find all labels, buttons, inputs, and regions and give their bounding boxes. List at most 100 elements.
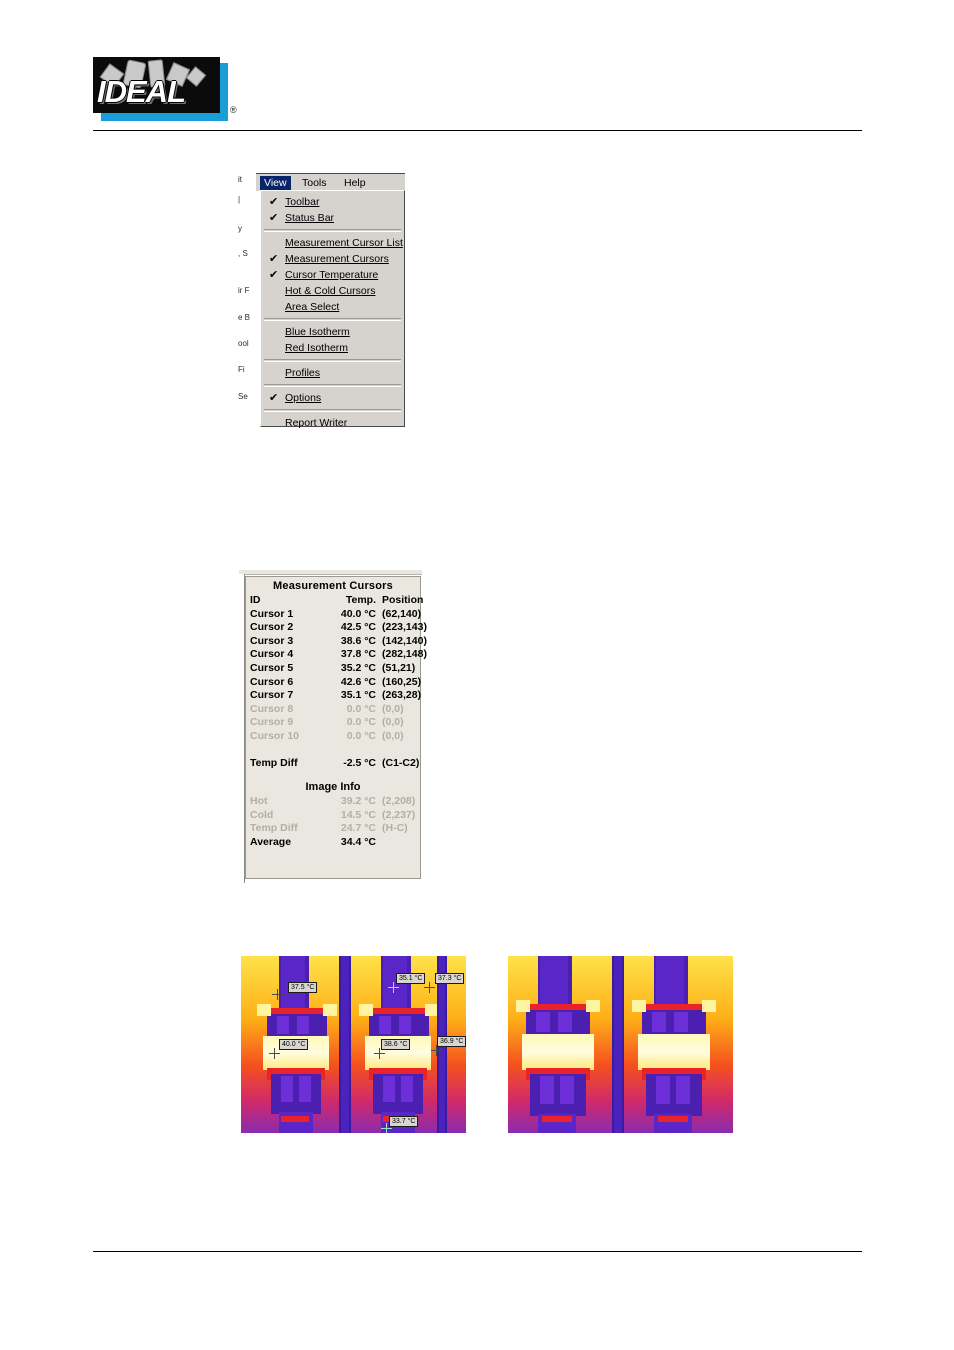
menu-item-report-writer[interactable]: Report Writer: [261, 415, 404, 431]
menu-item-blue-isotherm[interactable]: Blue Isotherm: [261, 324, 404, 340]
table-row[interactable]: Cursor 3 38.6 °C (142,140): [246, 635, 427, 649]
cursor-position: (0,0): [382, 729, 404, 742]
header-divider: [93, 130, 862, 131]
menu-item-measurement-cursor-list[interactable]: Measurement Cursor List: [261, 235, 404, 251]
table-row[interactable]: Cursor 2 42.5 °C (223,143): [246, 621, 427, 635]
cursor-crosshair-icon: [424, 982, 435, 993]
menu-item-label: Status Bar: [285, 212, 335, 224]
checkmark-icon: ✔: [269, 212, 279, 224]
temp-diff-label: Temp Diff: [250, 756, 298, 769]
bg-fragment: Fi: [238, 365, 245, 374]
table-row[interactable]: Cursor 10 0.0 °C (0,0): [246, 730, 420, 744]
menu-item-status-bar[interactable]: ✔ Status Bar: [261, 210, 404, 226]
thermal-image-left[interactable]: 37.5 °C 35.1 °C 37.3 °C 40.0 °C 38.6 °C …: [241, 956, 466, 1133]
image-info-temp: 39.2 °C: [340, 795, 376, 808]
measurement-cursors-screenshot: Measurement Cursors ID Temp. Position Cu…: [239, 570, 427, 883]
menubar-item-tools[interactable]: Tools: [298, 176, 331, 190]
menu-item-profiles[interactable]: Profiles: [261, 365, 404, 381]
column-header-temp: Temp.: [345, 594, 376, 606]
menubar-item-help[interactable]: Help: [340, 176, 370, 190]
menu-item-label: Profiles: [285, 367, 321, 379]
menu-bar: View Tools Help: [256, 173, 405, 191]
cursor-crosshair-icon: [374, 1048, 385, 1059]
image-info-row: Average 34.4 °C: [246, 836, 420, 850]
image-info-position: (2,208): [382, 795, 416, 808]
bg-fragment: |: [238, 195, 241, 204]
logo-wordmark: IDEAL: [97, 74, 186, 109]
cursor-position: (223,143): [382, 621, 427, 634]
menubar-item-view[interactable]: View: [260, 176, 291, 190]
cursor-crosshair-icon: [272, 989, 283, 1000]
image-info-temp: 14.5 °C: [340, 808, 376, 821]
temp-diff-formula: (C1-C2): [382, 756, 420, 769]
image-info-position: (H-C): [382, 822, 408, 835]
thermal-image-right[interactable]: [508, 956, 733, 1133]
menu-item-label: Measurement Cursor List: [285, 237, 403, 249]
table-row[interactable]: Cursor 7 35.1 °C (263,28): [246, 689, 421, 703]
cursor-id: Cursor 7: [250, 689, 294, 702]
image-info-label: Hot: [250, 795, 268, 808]
menu-separator: [264, 359, 401, 362]
cursor-id: Cursor 5: [250, 661, 294, 674]
menu-item-label: Area Select: [285, 301, 340, 313]
checkmark-icon: ✔: [269, 269, 279, 281]
image-info-label: Cold: [250, 808, 274, 821]
panel-title: Measurement Cursors: [273, 580, 393, 592]
menu-item-label: Options: [285, 392, 322, 404]
menu-item-cursor-temperature[interactable]: ✔ Cursor Temperature: [261, 267, 404, 283]
cursor-temp-label: 37.3 °C: [435, 973, 465, 984]
checkmark-icon: ✔: [269, 196, 279, 208]
table-row[interactable]: Cursor 1 40.0 °C (62,140): [246, 607, 421, 622]
menu-item-area-select[interactable]: Area Select: [261, 299, 404, 315]
cursor-temp: 42.6 °C: [340, 675, 376, 688]
cursor-position: (160,25): [382, 675, 422, 688]
image-info-label: Average: [250, 835, 292, 848]
bg-fragment: , S: [238, 249, 248, 258]
menu-item-label: Measurement Cursors: [285, 253, 389, 265]
menu-item-label: Red Isotherm: [285, 342, 349, 354]
image-info-temp: 34.4 °C: [340, 835, 376, 848]
measurement-cursors-panel: Measurement Cursors ID Temp. Position Cu…: [245, 576, 427, 879]
menu-item-options[interactable]: ✔ Options: [261, 390, 404, 406]
table-row[interactable]: Cursor 5 35.2 °C (51,21): [246, 662, 420, 676]
image-info-label: Temp Diff: [250, 822, 298, 835]
cursor-position: (0,0): [382, 702, 404, 715]
cursor-crosshair-icon: [269, 1048, 280, 1059]
view-dropdown-menu: ✔ Toolbar ✔ Status Bar Measurement Curso…: [260, 190, 405, 429]
bg-fragment: Se: [238, 392, 248, 401]
registered-mark: ®: [230, 105, 237, 115]
table-row[interactable]: Cursor 4 37.8 °C (282,148): [246, 648, 427, 662]
cursor-temp-label: 33.7 °C: [389, 1116, 419, 1127]
menu-item-hot-and-cold-cursors[interactable]: Hot & Cold Cursors: [261, 283, 404, 299]
panel-top-edge: [239, 570, 422, 575]
menu-item-label: Hot & Cold Cursors: [285, 285, 376, 297]
table-row[interactable]: Cursor 8 0.0 °C (0,0): [246, 703, 420, 717]
table-header-row: ID Temp. Position: [246, 594, 423, 608]
cursor-temp: 40.0 °C: [340, 607, 376, 620]
cursor-position: (0,0): [382, 716, 404, 729]
cursor-temp-label: 38.6 °C: [381, 1039, 411, 1050]
cursor-temp: 35.2 °C: [340, 661, 376, 674]
menu-item-label: Cursor Temperature: [285, 269, 379, 281]
table-row[interactable]: Cursor 9 0.0 °C (0,0): [246, 716, 420, 730]
menu-item-red-isotherm[interactable]: Red Isotherm: [261, 340, 404, 356]
column-header-id: ID: [250, 594, 261, 606]
cursor-crosshair-icon: [381, 1123, 392, 1133]
image-info-row: Hot 39.2 °C (2,208): [246, 795, 420, 809]
logo-black-block: IDEAL: [93, 57, 220, 113]
cursor-id: Cursor 4: [250, 648, 294, 661]
menu-item-measurement-cursors[interactable]: ✔ Measurement Cursors: [261, 251, 404, 267]
background-text-fragments: it | y , S ir F e B ool Fi Se: [238, 173, 256, 427]
temp-diff-row: Temp Diff -2.5 °C (C1-C2): [246, 757, 420, 771]
cursor-temp-label: 35.1 °C: [396, 973, 426, 984]
cursor-temp: 37.8 °C: [340, 648, 376, 661]
menu-item-toolbar[interactable]: ✔ Toolbar: [261, 194, 404, 210]
menu-item-label: Toolbar: [285, 196, 320, 208]
cursor-id: Cursor 10: [250, 729, 300, 742]
view-menu-screenshot: it | y , S ir F e B ool Fi Se View Tools…: [238, 173, 405, 429]
table-row[interactable]: Cursor 6 42.6 °C (160,25): [246, 675, 422, 690]
cursor-id: Cursor 6: [250, 675, 294, 688]
bg-fragment: e B: [238, 313, 251, 322]
image-info-temp: 24.7 °C: [340, 822, 376, 835]
